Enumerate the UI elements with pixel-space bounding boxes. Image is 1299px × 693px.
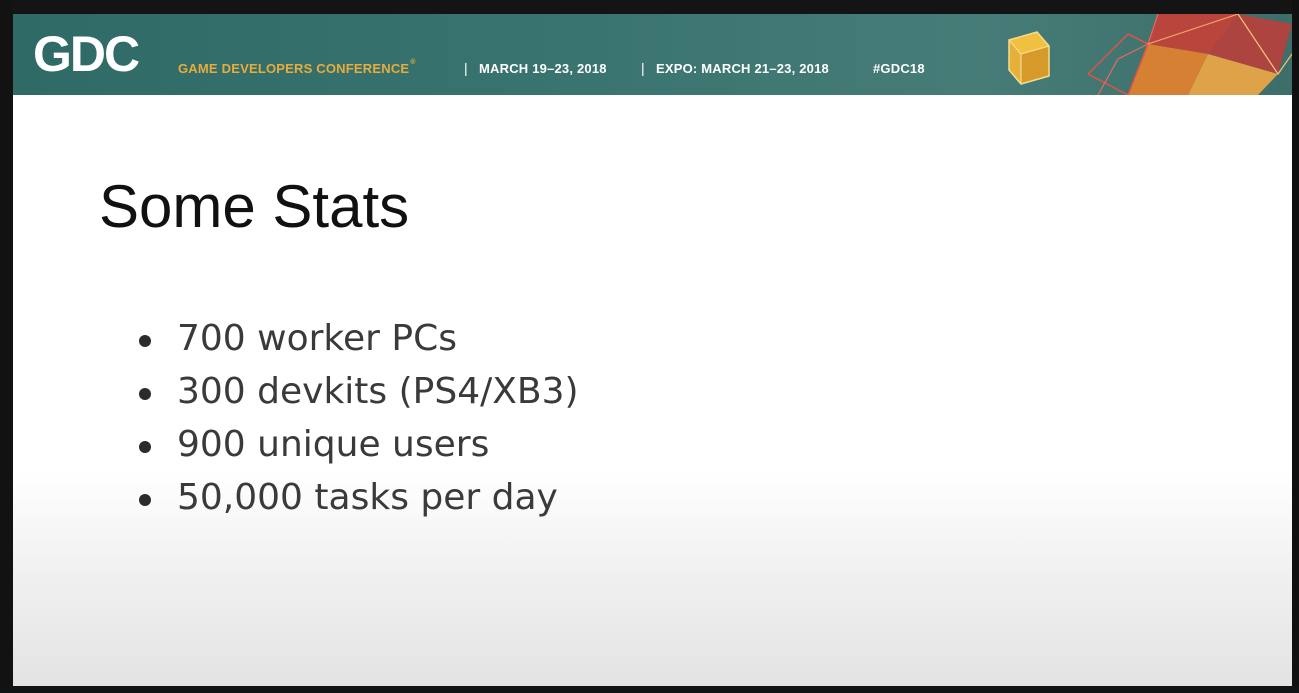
geometric-decoration-icon: [1088, 14, 1292, 95]
registered-mark: ®: [410, 59, 416, 66]
gdc-logo: GDC: [33, 26, 140, 82]
hashtag: #GDC18: [873, 61, 925, 76]
bullet-text: 900 unique users: [177, 424, 490, 465]
header-separator: |: [641, 60, 645, 76]
list-item: 700 worker PCs: [137, 312, 579, 365]
gdc-header-banner: GDC GAME DEVELOPERS CONFERENCE® | MARCH …: [13, 14, 1292, 95]
video-frame-top: [0, 0, 1299, 14]
list-item: 900 unique users: [137, 418, 579, 471]
header-separator: |: [464, 60, 468, 76]
slide-title: Some Stats: [99, 173, 410, 240]
presentation-slide: GDC GAME DEVELOPERS CONFERENCE® | MARCH …: [13, 14, 1292, 686]
video-frame-bottom: [0, 686, 1299, 693]
conference-dates: MARCH 19–23, 2018: [479, 61, 607, 76]
bullet-icon: [139, 441, 151, 453]
conference-name-text: GAME DEVELOPERS CONFERENCE: [178, 61, 410, 76]
bullet-icon: [139, 335, 151, 347]
bullet-text: 50,000 tasks per day: [177, 477, 558, 518]
cube-icon: [1008, 31, 1050, 85]
conference-name: GAME DEVELOPERS CONFERENCE®: [178, 59, 416, 76]
list-item: 300 devkits (PS4/XB3): [137, 365, 579, 418]
bullet-icon: [139, 388, 151, 400]
list-item: 50,000 tasks per day: [137, 471, 579, 524]
expo-dates: EXPO: MARCH 21–23, 2018: [656, 61, 829, 76]
video-frame-left: [0, 0, 13, 693]
bullet-list: 700 worker PCs 300 devkits (PS4/XB3) 900…: [137, 312, 579, 524]
bullet-icon: [139, 494, 151, 506]
bullet-text: 300 devkits (PS4/XB3): [177, 371, 579, 412]
bullet-text: 700 worker PCs: [177, 318, 457, 359]
video-frame-right: [1292, 0, 1299, 693]
